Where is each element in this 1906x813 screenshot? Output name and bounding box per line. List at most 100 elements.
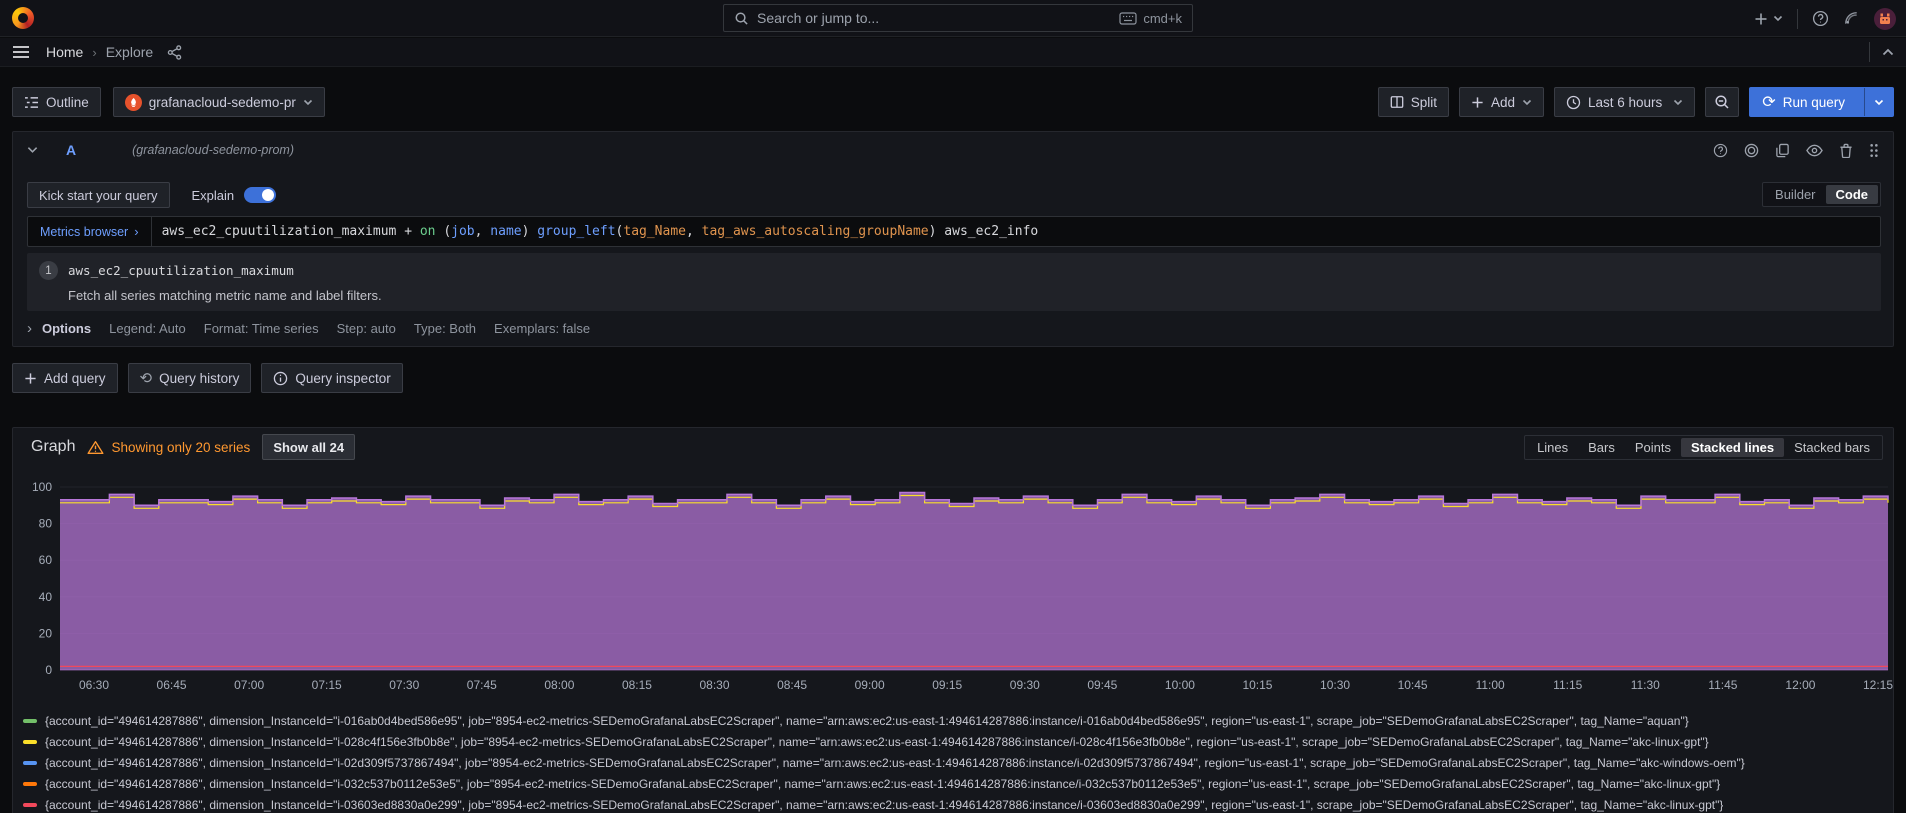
query-history-button[interactable]: ⟲ Query history <box>128 363 252 393</box>
grafana-logo[interactable] <box>12 7 34 29</box>
metrics-browser-button[interactable]: Metrics browser › <box>28 217 152 246</box>
chevron-up-icon[interactable] <box>1882 48 1894 56</box>
svg-text:09:15: 09:15 <box>932 678 962 692</box>
remove-query-icon[interactable] <box>1839 143 1853 158</box>
show-all-button[interactable]: Show all 24 <box>262 434 355 460</box>
svg-text:08:00: 08:00 <box>544 678 574 692</box>
split-button[interactable]: Split <box>1378 87 1449 117</box>
breadcrumb-current[interactable]: Explore <box>106 44 153 60</box>
run-query-button[interactable]: ⟳ Run query <box>1749 87 1894 117</box>
share-icon[interactable] <box>167 45 182 60</box>
breadcrumb-bar: Home › Explore <box>0 38 1906 67</box>
clock-icon <box>1566 95 1581 110</box>
legend-item[interactable]: {account_id="494614287886", dimension_In… <box>23 731 1889 752</box>
explain-label: Explain <box>192 188 235 203</box>
graph-title: Graph <box>31 438 75 456</box>
drag-handle-icon[interactable] <box>1869 143 1879 158</box>
refresh-icon: ⟳ <box>1762 94 1775 110</box>
legend-swatch <box>23 761 37 765</box>
svg-text:08:30: 08:30 <box>700 678 730 692</box>
explain-description: Fetch all series matching metric name an… <box>68 288 1869 303</box>
toolbar-left: Outline grafanacloud-sedemo-pr <box>12 87 325 117</box>
chart-area: 02040608010006:3006:4507:0007:1507:3007:… <box>20 471 1900 706</box>
query-inspector-button[interactable]: Query inspector <box>261 363 402 393</box>
chevron-down-icon <box>1522 99 1532 106</box>
legend-swatch <box>23 803 37 807</box>
shortcut-label: cmd+k <box>1143 11 1182 26</box>
svg-text:11:00: 11:00 <box>1476 678 1505 692</box>
add-query-button[interactable]: Add query <box>12 363 118 393</box>
option-summary-item: Exemplars: false <box>494 321 590 336</box>
query-editor-panel: A (grafanacloud-sedemo-prom) Kick start … <box>12 131 1894 347</box>
svg-text:09:45: 09:45 <box>1087 678 1117 692</box>
disable-query-icon[interactable] <box>1744 143 1759 158</box>
warning-icon <box>87 440 104 455</box>
legend-item[interactable]: {account_id="494614287886", dimension_In… <box>23 773 1889 794</box>
legend-label: {account_id="494614287886", dimension_In… <box>45 714 1689 728</box>
svg-text:09:30: 09:30 <box>1010 678 1040 692</box>
hide-response-icon[interactable] <box>1806 144 1823 157</box>
query-header: A (grafanacloud-sedemo-prom) <box>13 132 1893 168</box>
legend-swatch <box>23 740 37 744</box>
graph-header: Graph Showing only 20 series Show all 24… <box>13 428 1893 466</box>
collapse-chevron-icon[interactable] <box>27 146 38 154</box>
outline-button[interactable]: Outline <box>12 87 101 117</box>
svg-text:100: 100 <box>32 480 52 494</box>
menu-icon[interactable] <box>12 45 30 59</box>
help-icon[interactable] <box>1812 10 1829 27</box>
copy-query-icon[interactable] <box>1775 143 1790 158</box>
add-query-label: Add query <box>44 371 106 386</box>
kick-start-button[interactable]: Kick start your query <box>27 182 170 208</box>
user-avatar[interactable] <box>1874 8 1896 30</box>
svg-text:12:00: 12:00 <box>1785 678 1815 692</box>
svg-text:07:45: 07:45 <box>467 678 497 692</box>
breadcrumb-home[interactable]: Home <box>46 44 83 60</box>
graph-panel: Graph Showing only 20 series Show all 24… <box>12 427 1894 813</box>
zoom-out-button[interactable] <box>1705 87 1739 117</box>
mode-lines[interactable]: Lines <box>1527 438 1578 457</box>
new-dropdown[interactable] <box>1754 12 1783 26</box>
top-nav: Search or jump to... cmd+k <box>0 0 1906 37</box>
query-history-label: Query history <box>159 371 239 386</box>
mode-bars[interactable]: Bars <box>1578 438 1625 457</box>
explain-box: 1 aws_ec2_cpuutilization_maximum Fetch a… <box>27 253 1881 311</box>
breadcrumb-separator: › <box>92 45 96 60</box>
search-input[interactable]: Search or jump to... cmd+k <box>723 4 1193 32</box>
query-expression[interactable]: aws_ec2_cpuutilization_maximum + on (job… <box>152 217 1880 246</box>
svg-text:06:45: 06:45 <box>157 678 187 692</box>
option-summary-item: Legend: Auto <box>109 321 186 336</box>
run-query-dropdown[interactable] <box>1864 88 1893 116</box>
legend-label: {account_id="494614287886", dimension_In… <box>45 756 1745 770</box>
legend-item[interactable]: {account_id="494614287886", dimension_In… <box>23 752 1889 773</box>
legend-swatch <box>23 782 37 786</box>
plus-icon <box>1471 96 1484 109</box>
svg-text:07:30: 07:30 <box>389 678 419 692</box>
builder-tab[interactable]: Builder <box>1765 185 1825 204</box>
svg-text:10:15: 10:15 <box>1242 678 1272 692</box>
time-range-picker[interactable]: Last 6 hours <box>1554 87 1695 117</box>
mode-points[interactable]: Points <box>1625 438 1681 457</box>
code-tab[interactable]: Code <box>1826 185 1879 204</box>
legend: {account_id="494614287886", dimension_In… <box>23 710 1889 813</box>
legend-item[interactable]: {account_id="494614287886", dimension_In… <box>23 794 1889 813</box>
legend-item[interactable]: {account_id="494614287886", dimension_In… <box>23 710 1889 731</box>
query-input-row: Metrics browser › aws_ec2_cpuutilization… <box>27 216 1881 247</box>
prometheus-icon <box>125 94 142 111</box>
mode-stacked-bars[interactable]: Stacked bars <box>1784 438 1880 457</box>
explain-toggle[interactable] <box>244 187 276 203</box>
shortcut-hint: cmd+k <box>1119 11 1182 26</box>
option-summary-item: Step: auto <box>337 321 396 336</box>
svg-text:11:30: 11:30 <box>1631 678 1660 692</box>
options-summary: Legend: AutoFormat: Time seriesStep: aut… <box>109 321 590 336</box>
query-help-icon[interactable] <box>1713 143 1728 158</box>
show-all-label: Show all 24 <box>273 440 344 455</box>
datasource-picker[interactable]: grafanacloud-sedemo-pr <box>113 87 325 117</box>
options-row[interactable]: › Options Legend: AutoFormat: Time serie… <box>27 320 590 337</box>
svg-text:11:45: 11:45 <box>1708 678 1737 692</box>
mode-stacked-lines[interactable]: Stacked lines <box>1681 438 1784 457</box>
search-placeholder: Search or jump to... <box>757 10 1111 26</box>
rss-icon[interactable] <box>1843 10 1860 27</box>
add-button[interactable]: Add <box>1459 87 1544 117</box>
option-summary-item: Type: Both <box>414 321 476 336</box>
chevron-down-icon <box>303 99 313 106</box>
